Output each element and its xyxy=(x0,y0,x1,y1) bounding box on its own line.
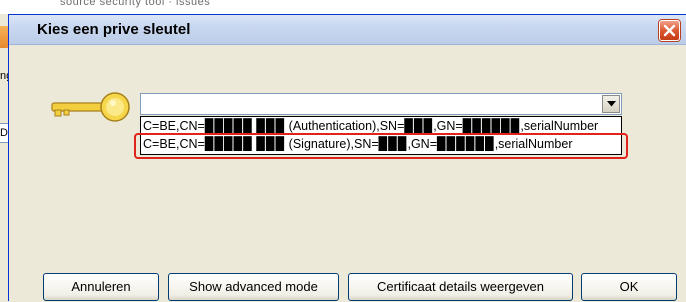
chevron-down-icon xyxy=(607,101,616,107)
dialog-title: Kies een prive sleutel xyxy=(37,21,191,38)
red-highlight-annotation xyxy=(134,133,628,159)
background-title-text: source security tool · issues xyxy=(60,0,211,8)
ok-button[interactable]: OK xyxy=(581,273,677,301)
background-title-strip: source security tool · issues xyxy=(0,0,686,14)
private-key-select[interactable] xyxy=(140,93,622,115)
certificate-details-button[interactable]: Certificaat details weergeven xyxy=(348,273,573,301)
close-icon xyxy=(663,24,676,37)
combo-arrow-button[interactable] xyxy=(602,95,620,113)
dialog-client-area: C=BE,CN=▉▉▉▉▉ ▉▉▉ (Authentication),SN=▉▉… xyxy=(9,45,686,302)
dialog-titlebar[interactable]: Kies een prive sleutel xyxy=(9,15,686,45)
close-button[interactable] xyxy=(659,20,680,41)
private-key-dialog: Kies een prive sleutel C=BE,CN=▉▉▉▉▉ ▉▉▉… xyxy=(8,14,686,302)
show-advanced-mode-button[interactable]: Show advanced mode xyxy=(168,273,339,301)
key-icon xyxy=(51,92,130,122)
cancel-button[interactable]: Annuleren xyxy=(43,273,159,301)
